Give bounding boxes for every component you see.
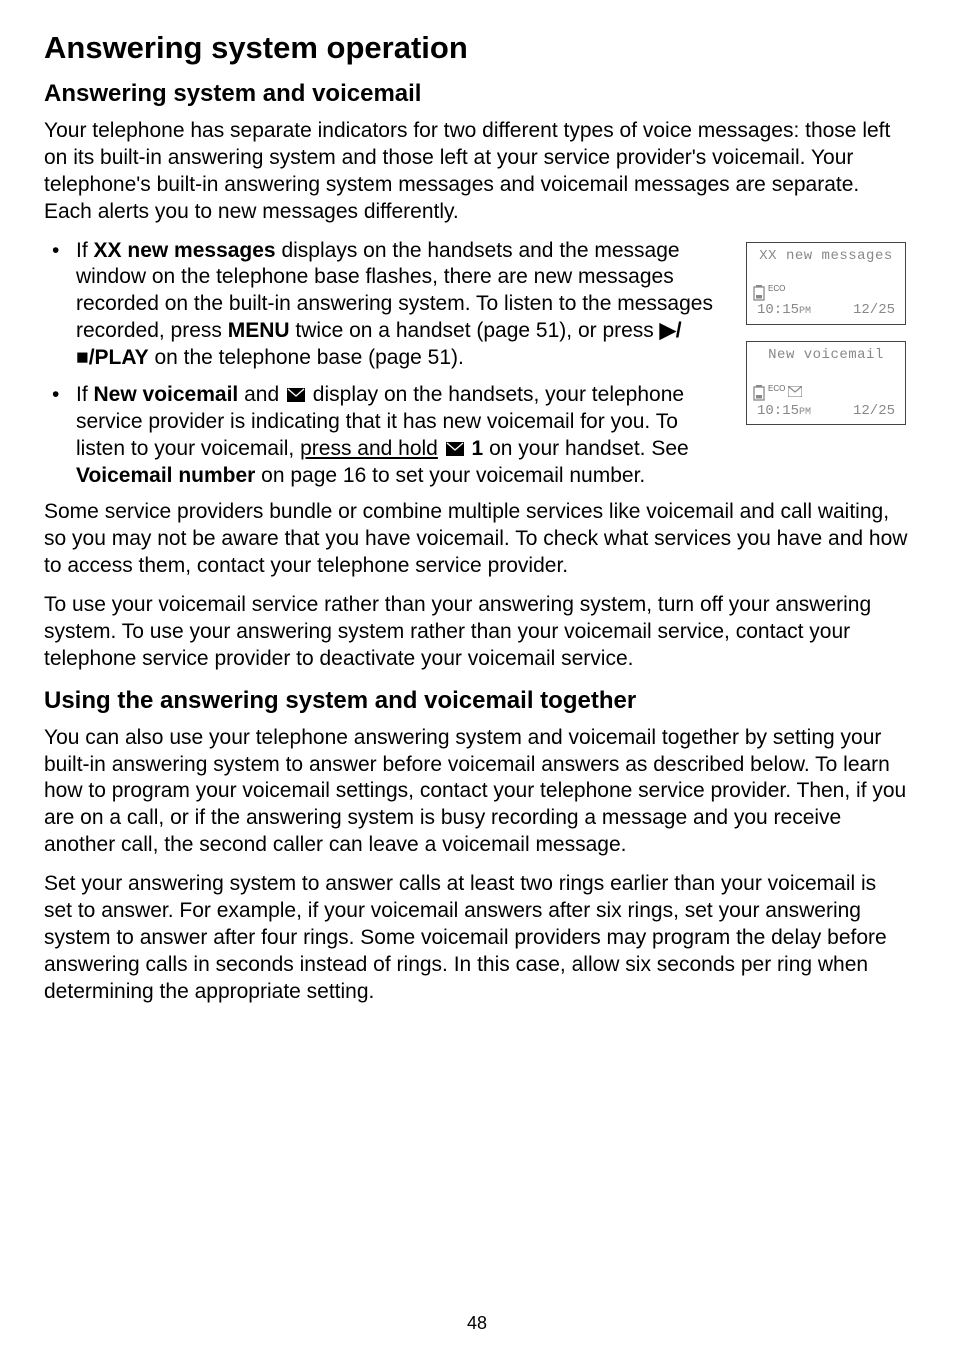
text-underlined: press and hold: [300, 437, 438, 460]
battery-icon: [753, 285, 765, 301]
voicemail-icon: [446, 442, 464, 456]
screen-line-1: New voicemail: [753, 347, 899, 365]
handset-screen-new-messages: XX new messages ECO 10:15PM 12/25: [746, 242, 906, 325]
text: [438, 437, 444, 460]
text-bold: New voicemail: [94, 383, 239, 406]
text: If: [76, 239, 94, 262]
key-1: 1: [472, 437, 484, 460]
section-heading-together: Using the answering system and voicemail…: [44, 687, 910, 715]
intro-paragraph: Your telephone has separate indicators f…: [44, 118, 910, 226]
screen-time: 10:15PM: [757, 403, 811, 421]
text: If: [76, 383, 94, 406]
screen-line-1: XX new messages: [753, 248, 899, 266]
text-bold: Voicemail number: [76, 464, 255, 487]
screen-date: 12/25: [853, 403, 895, 421]
text: twice on a handset (page 51), or press: [290, 319, 660, 342]
page-number: 48: [0, 1313, 954, 1334]
text-bold: MENU: [228, 319, 290, 342]
paragraph-together-2: Set your answering system to answer call…: [44, 871, 910, 1005]
paragraph-use-voicemail: To use your voicemail service rather tha…: [44, 592, 910, 673]
bullet-new-voicemail: If New voicemail and display on the hand…: [66, 382, 726, 490]
text: on your handset. See: [483, 437, 688, 460]
paragraph-together-1: You can also use your telephone answerin…: [44, 725, 910, 859]
bullet-xx-new-messages: If XX new messages displays on the hands…: [66, 238, 726, 372]
voicemail-icon: [788, 386, 802, 404]
text-bold: /PLAY: [89, 346, 149, 369]
section-heading-ans-vm: Answering system and voicemail: [44, 80, 910, 108]
handset-screen-new-voicemail: New voicemail ECO 10:15PM 12/25: [746, 341, 906, 426]
text: and: [238, 383, 285, 406]
text-bold: XX new messages: [94, 239, 276, 262]
voicemail-icon: [287, 388, 305, 402]
paragraph-service-providers: Some service providers bundle or combine…: [44, 499, 910, 580]
text: on the telephone base (page 51).: [149, 346, 464, 369]
eco-label: ECO: [768, 284, 785, 294]
eco-label: ECO: [768, 384, 785, 394]
screen-time: 10:15PM: [757, 302, 811, 320]
screen-date: 12/25: [853, 302, 895, 320]
page-title: Answering system operation: [44, 30, 910, 66]
battery-icon: [753, 385, 765, 401]
text: on page 16 to set your voicemail number.: [255, 464, 645, 487]
